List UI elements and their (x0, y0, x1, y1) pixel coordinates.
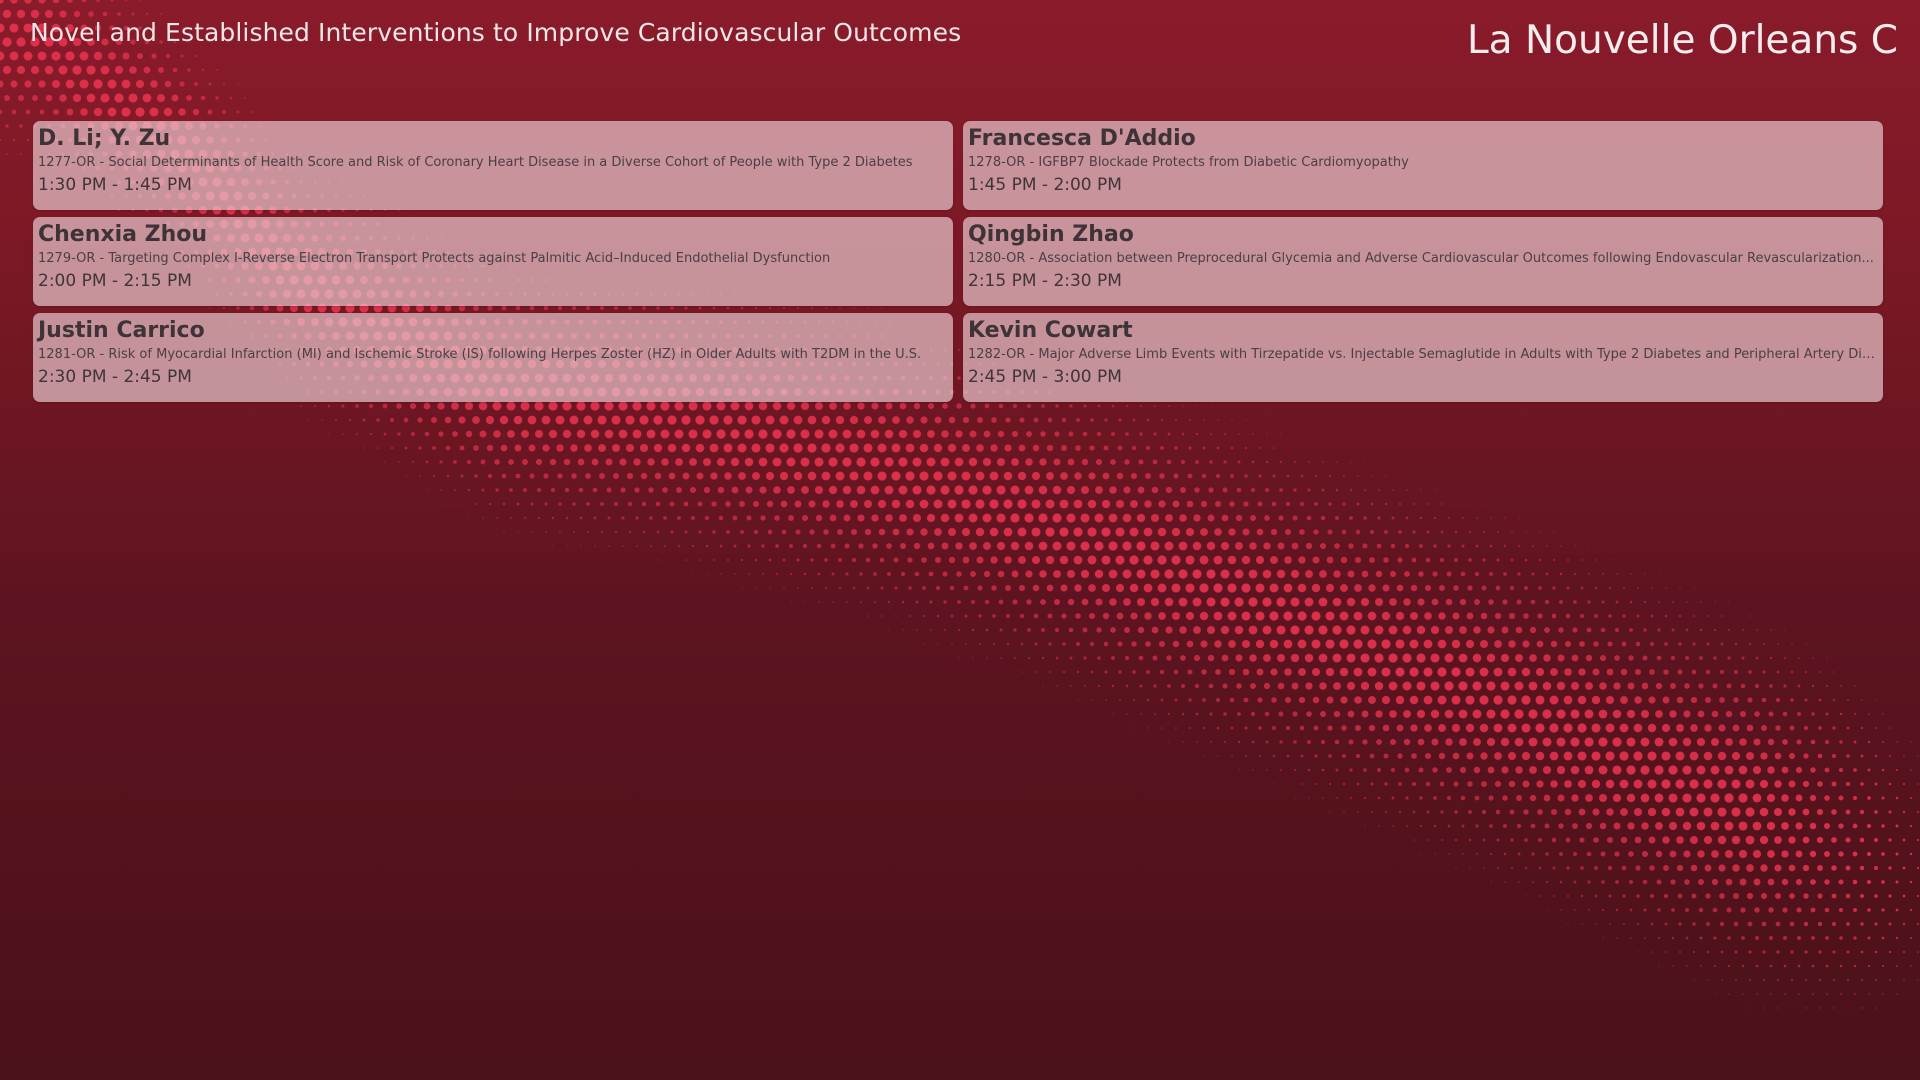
speaker-name: Kevin Cowart (968, 318, 1133, 343)
room-name: La Nouvelle Orleans C (1466, 18, 1898, 63)
speaker-name: Qingbin Zhao (968, 222, 1134, 247)
speaker-name: Justin Carrico (38, 318, 205, 343)
presentation-grid: D. Li; Y. Zu 1277-OR - Social Determinan… (33, 121, 1884, 402)
time-slot: 1:45 PM - 2:00 PM (968, 175, 1122, 195)
abstract-title: 1281-OR - Risk of Myocardial Infarction … (38, 347, 922, 362)
presentation-card[interactable]: Chenxia Zhou 1279-OR - Targeting Complex… (33, 217, 953, 306)
presentation-card[interactable]: Francesca D'Addio 1278-OR - IGFBP7 Block… (963, 121, 1883, 210)
speaker-name: Francesca D'Addio (968, 126, 1196, 151)
abstract-title: 1279-OR - Targeting Complex I-Reverse El… (38, 251, 831, 266)
abstract-title: 1277-OR - Social Determinants of Health … (38, 155, 913, 170)
abstract-title: 1282-OR - Major Adverse Limb Events with… (968, 347, 1878, 362)
session-title: Novel and Established Interventions to I… (30, 18, 962, 47)
time-slot: 2:45 PM - 3:00 PM (968, 367, 1122, 387)
time-slot: 2:30 PM - 2:45 PM (38, 367, 192, 387)
time-slot: 2:00 PM - 2:15 PM (38, 271, 192, 291)
speaker-name: D. Li; Y. Zu (38, 126, 171, 151)
time-slot: 2:15 PM - 2:30 PM (968, 271, 1122, 291)
abstract-title: 1278-OR - IGFBP7 Blockade Protects from … (968, 155, 1409, 170)
presentation-card[interactable]: Justin Carrico 1281-OR - Risk of Myocard… (33, 313, 953, 402)
presentation-card[interactable]: Qingbin Zhao 1280-OR - Association betwe… (963, 217, 1883, 306)
speaker-name: Chenxia Zhou (38, 222, 208, 247)
presentation-card[interactable]: Kevin Cowart 1282-OR - Major Adverse Lim… (963, 313, 1883, 402)
time-slot: 1:30 PM - 1:45 PM (38, 175, 192, 195)
presentation-card[interactable]: D. Li; Y. Zu 1277-OR - Social Determinan… (33, 121, 953, 210)
abstract-title: 1280-OR - Association between Preprocedu… (968, 251, 1874, 266)
